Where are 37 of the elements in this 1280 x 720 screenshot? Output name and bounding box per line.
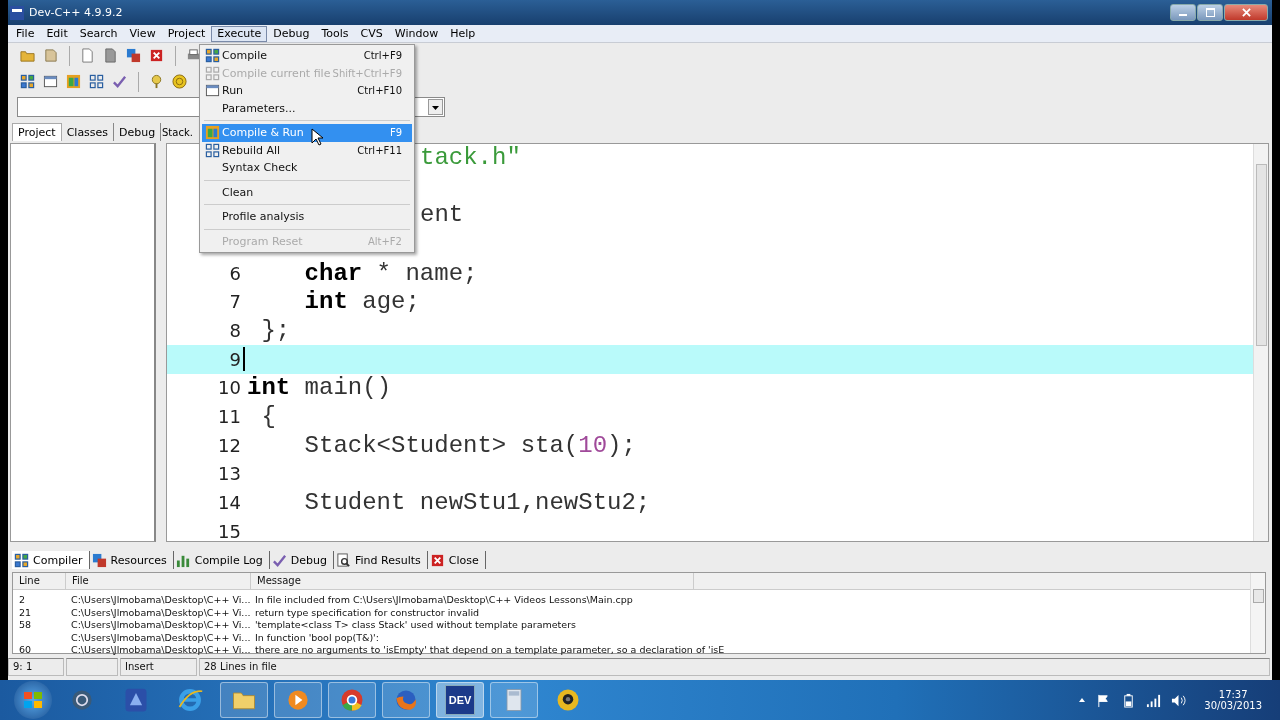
line-number: 15 [217,520,241,542]
line-number: 13 [217,463,241,485]
line-number: 11 [217,406,241,428]
table-cell-text: 2 [18,594,27,607]
line-number: 8 [228,320,241,341]
code-line: tack.h" [420,144,521,173]
status-text: 9: 1 [8,658,64,676]
table-cell-text: C:\Users\Jlmobama\Desktop\C++ Vi... [70,606,249,620]
table-cell-text: 'template<class T> class Stack' used without template parameters [254,619,577,632]
code-line: char * name; [303,259,478,287]
table-cell-text: C:\Users\Jlmobama\Desktop\C++ Vi... [70,644,249,657]
table-cell-text: 21 [18,606,33,620]
line-number: 7 [228,291,241,313]
code-line: ent [420,201,464,231]
line-number: 10 [217,377,241,399]
code-line: Stack<Student> sta(10); [303,431,636,459]
code-line: { [260,403,276,431]
line-number: 14 [217,492,241,514]
table-cell-text: C:\Users\Jlmobama\Desktop\C++ Vi... [70,631,249,645]
code-line: }; [260,317,291,344]
status-text: 28 Lines in file [199,658,1270,676]
table-cell-text: In file included from C:\Users\Jlmobama\Desktop\C++ Videos Lessons\Main.cpp [254,594,634,607]
status-text: Insert [120,658,197,676]
code-line: int main() [247,374,392,402]
window-title: Dev-C++ 4.9.9.2 [29,6,123,19]
line-number: 12 [217,434,241,456]
table-cell-text: C:\Users\Jlmobama\Desktop\C++ Vi... [70,619,249,632]
table-cell-text: return type specification for constructor invalid [254,606,481,620]
code-line: Student newStu1,newStu2; [303,489,651,517]
table-cell-text: there are no arguments to 'isEmpty' that depend on a template parameter, so a declaration of 'isE [254,644,725,657]
table-cell-text: In function 'bool pop(T&)': [254,631,380,645]
table-cell-text: 58 [18,619,33,632]
table-cell-text: C:\Users\Jlmobama\Desktop\C++ Vi... [70,594,249,607]
code-line: int age; [303,288,420,316]
table-cell-text: 60 [18,644,33,657]
line-number: 9 [228,348,241,370]
line-number: 6 [228,262,241,284]
